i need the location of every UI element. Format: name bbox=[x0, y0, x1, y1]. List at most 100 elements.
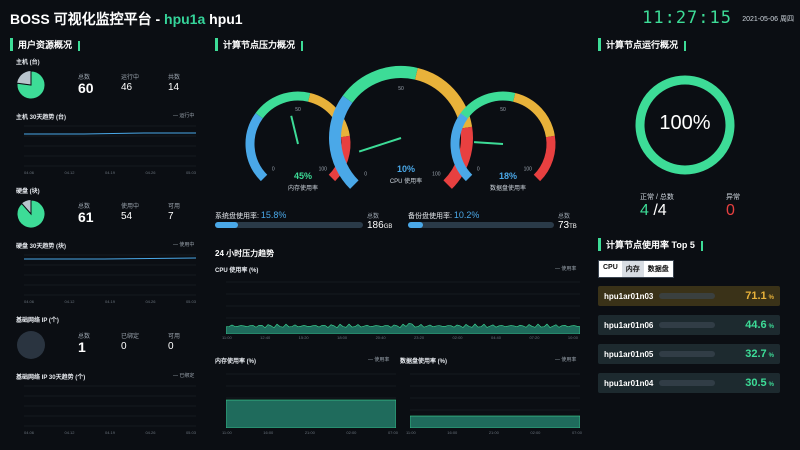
sys-disk-total: 186GB bbox=[367, 220, 393, 231]
disk-total-value: 61 bbox=[78, 209, 94, 225]
disk-donut-slice bbox=[16, 199, 46, 229]
sys-disk-bar bbox=[215, 222, 363, 228]
cpu-chart-area bbox=[226, 322, 580, 334]
top5-row[interactable]: hpu1ar01n04 30.5% bbox=[598, 373, 780, 393]
row-node-name: hpu1ar01n03 bbox=[604, 291, 654, 301]
gauge-tick-label: 0 bbox=[272, 167, 275, 173]
disk-free-label: 可用 bbox=[168, 204, 181, 210]
cpu-chart-legend: — 使用率 bbox=[555, 266, 577, 272]
gauge-tick-label: 100 bbox=[432, 171, 441, 177]
ip-donut bbox=[17, 331, 45, 359]
section-top5: 计算节点使用率 Top 5 bbox=[598, 238, 703, 251]
tab-memory[interactable]: 内存 bbox=[621, 261, 644, 277]
backup-disk-total: 73TB bbox=[558, 220, 577, 231]
normal-label: 正常 / 总数 bbox=[640, 194, 674, 201]
gauge-memory-label: 内存使用率 bbox=[287, 186, 318, 192]
ip-bound-value: 0 bbox=[121, 341, 127, 352]
redacted-ip bbox=[659, 293, 716, 299]
backup-disk-bar-fill bbox=[408, 222, 423, 228]
gauge-needle bbox=[290, 115, 299, 145]
redacted-ip bbox=[659, 351, 716, 357]
data-chart-area bbox=[410, 415, 580, 428]
row-value: 30.5% bbox=[745, 377, 774, 389]
data-chart-legend: — 使用率 bbox=[555, 357, 577, 363]
gauge-cpu-value: 10% bbox=[396, 164, 415, 174]
section-resources: 用户资源概况 bbox=[10, 38, 81, 51]
host-title: 主机 (台) bbox=[16, 60, 40, 66]
disk-used-label: 使用中 bbox=[121, 204, 140, 210]
ip-trend-chart bbox=[24, 385, 196, 427]
disk-trend-ticks: 04.06 04.12 04.19 04.26 05.03 bbox=[24, 299, 196, 304]
tab-cpu[interactable]: CPU bbox=[599, 261, 622, 277]
gauge-arc-segment bbox=[245, 113, 268, 182]
gauge-arc-segment bbox=[533, 135, 556, 182]
disk-trend-legend: — 使用中 bbox=[173, 242, 195, 248]
row-value: 44.6% bbox=[745, 319, 774, 331]
abnormal-label: 异常 bbox=[726, 194, 740, 201]
gauge-tick-label: 50 bbox=[295, 107, 301, 113]
cpu-chart-ticks: 11:00 12:40 15:20 18:00 20:40 23:20 02:00 04:40… bbox=[222, 335, 578, 340]
date: 2021-05-06 周四 bbox=[742, 16, 794, 23]
mem-chart-area bbox=[226, 399, 396, 428]
host-other-value: 14 bbox=[168, 82, 180, 93]
gauge-arc-segment bbox=[342, 66, 418, 103]
mem-chart-ticks: 11:00 16:00 21:00 02:00 07:00 bbox=[222, 430, 398, 435]
gauge-arc-segment bbox=[460, 91, 516, 119]
section-running: 计算节点运行概况 bbox=[598, 38, 687, 51]
disk-trend-line bbox=[24, 257, 196, 260]
top5-tabs: CPU 内存 数据盘 bbox=[598, 260, 674, 278]
row-node-name: hpu1ar01n05 bbox=[604, 349, 654, 359]
disk-title: 硬盘 (块) bbox=[16, 189, 40, 195]
sys-disk-pct: 15.8% bbox=[260, 210, 287, 220]
host-other-label: 共数 bbox=[168, 75, 181, 81]
disk-used-value: 54 bbox=[121, 211, 133, 222]
tab-data-disk[interactable]: 数据盘 bbox=[644, 261, 673, 277]
sys-disk-bar-fill bbox=[215, 222, 239, 228]
host-running-value: 46 bbox=[121, 82, 133, 93]
clock: 11:27:15 bbox=[642, 8, 732, 28]
backup-disk-label: 备份盘使用率: 10.2% bbox=[408, 210, 480, 220]
ip-trend-legend: — 已绑定 bbox=[173, 373, 195, 379]
data-chart bbox=[410, 373, 580, 428]
redacted-ip bbox=[659, 380, 716, 386]
ip-trend-ticks: 04.06 04.12 04.19 04.26 05.03 bbox=[24, 430, 196, 435]
mem-chart bbox=[226, 373, 396, 428]
gauge-tick-label: 50 bbox=[500, 107, 506, 113]
row-node-name: hpu1ar01n04 bbox=[604, 378, 654, 388]
top5-row[interactable]: hpu1ar01n06 44.6% bbox=[598, 315, 780, 335]
host-donut bbox=[16, 70, 46, 100]
normal-count: 4 /4 bbox=[640, 202, 667, 219]
sys-disk-total-label: 总数 bbox=[367, 214, 380, 220]
running-percent: 100% bbox=[659, 112, 711, 134]
gauge-needle bbox=[473, 141, 504, 145]
ip-free-label: 可用 bbox=[168, 334, 181, 340]
gauge-tick-label: 0 bbox=[364, 171, 367, 177]
ip-bound-label: 已绑定 bbox=[121, 334, 140, 340]
ip-title: 基础网络 IP (个) bbox=[16, 318, 59, 324]
host-trend-line bbox=[24, 132, 196, 135]
disk-trend-chart bbox=[24, 254, 196, 296]
host-trend-legend: — 运行中 bbox=[173, 113, 195, 119]
cpu-chart-title: CPU 使用率 (%) bbox=[215, 268, 259, 274]
host-total-value: 60 bbox=[78, 80, 94, 96]
gauge-tick-label: 100 bbox=[524, 167, 533, 173]
gauge-memory-value: 45% bbox=[293, 171, 312, 181]
gauge-tick-label: 100 bbox=[319, 167, 328, 173]
backup-disk-total-label: 总数 bbox=[558, 214, 571, 220]
gauge-data-value: 18% bbox=[498, 171, 517, 181]
row-node-name: hpu1ar01n06 bbox=[604, 320, 654, 330]
host-trend-ticks: 04.06 04.12 04.19 04.26 05.03 bbox=[24, 170, 196, 175]
abnormal-count: 0 bbox=[726, 202, 735, 219]
redacted-ip bbox=[659, 322, 716, 328]
ip-total-value: 1 bbox=[78, 339, 86, 355]
page-title: BOSS 可视化监控平台 - hpu1a hpu1 bbox=[10, 11, 243, 27]
mem-chart-legend: — 使用率 bbox=[368, 357, 390, 363]
section-pressure: 计算节点压力概况 bbox=[215, 38, 304, 51]
top5-row[interactable]: hpu1ar01n05 32.7% bbox=[598, 344, 780, 364]
mem-chart-title: 内存使用率 (%) bbox=[215, 359, 256, 365]
cluster-name: hpu1 bbox=[209, 11, 243, 27]
gauge-arc-segment bbox=[255, 91, 311, 119]
top5-row[interactable]: hpu1ar01n03 71.1% bbox=[598, 286, 780, 306]
row-value: 71.1% bbox=[745, 290, 774, 302]
gauge-tick-label: 50 bbox=[398, 86, 404, 92]
